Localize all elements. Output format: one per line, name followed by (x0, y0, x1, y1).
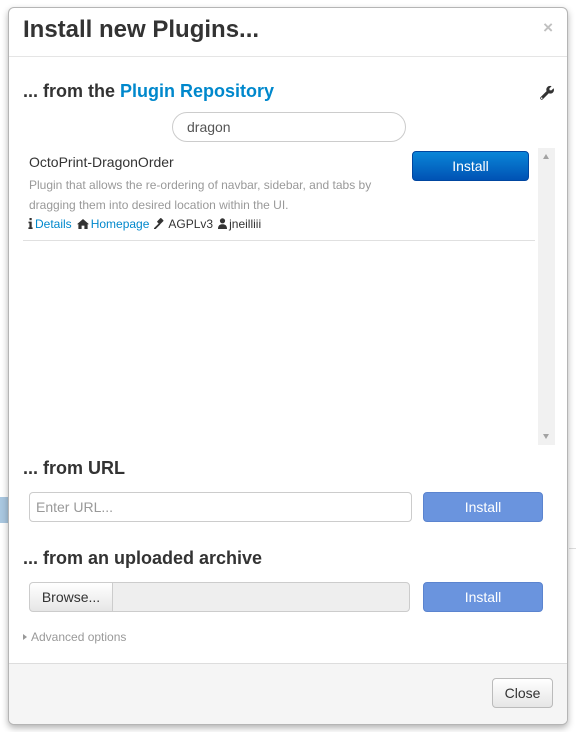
home-icon (76, 219, 89, 229)
scroll-down-arrow-icon[interactable] (543, 434, 549, 439)
from-url-heading: ... from URL (23, 458, 125, 478)
install-plugin-button[interactable]: Install (412, 151, 529, 181)
url-input[interactable] (29, 492, 412, 522)
plugin-meta: Details Homepage AGPLv3 jneilliii (28, 217, 261, 231)
advanced-options-label: Advanced options (31, 630, 127, 644)
repository-heading-prefix: ... from the (23, 81, 121, 101)
plugin-search-input[interactable]: dragon (172, 112, 406, 142)
dialog-header: Install new Plugins... × (9, 8, 567, 57)
dialog-footer: Close (9, 663, 567, 724)
wrench-icon[interactable] (539, 85, 555, 101)
repository-heading: ... from the Plugin Repository (23, 81, 274, 102)
browse-button[interactable]: Browse... (29, 582, 113, 612)
user-icon (218, 218, 228, 229)
install-from-url-button[interactable]: Install (423, 492, 543, 522)
details-link[interactable]: Details (35, 217, 72, 231)
homepage-link[interactable]: Homepage (91, 217, 150, 231)
advanced-options-toggle[interactable]: Advanced options (23, 630, 126, 644)
plugin-license: AGPLv3 (168, 217, 214, 231)
background-page-divider (569, 548, 576, 549)
info-icon (28, 218, 33, 229)
plugin-author: jneilliii (229, 217, 262, 231)
plugin-list-scrollbar[interactable] (538, 148, 555, 445)
dialog-title: Install new Plugins... (23, 16, 260, 43)
install-from-archive-button[interactable]: Install (423, 582, 543, 612)
install-plugins-dialog: Install new Plugins... × ... from the Pl… (8, 7, 568, 725)
from-archive-heading: ... from an uploaded archive (23, 548, 263, 568)
caret-right-icon (23, 634, 27, 640)
scroll-up-arrow-icon[interactable] (543, 154, 549, 159)
archive-file-picker: Browse... (29, 582, 410, 612)
background-page-element (568, 195, 576, 215)
archive-file-field[interactable] (112, 582, 410, 612)
plugin-description: Plugin that allows the re-ordering of na… (29, 178, 372, 212)
plugin-name: OctoPrint-DragonOrder (29, 154, 174, 170)
plugin-repository-link[interactable]: Plugin Repository (120, 81, 274, 101)
close-button[interactable]: Close (492, 678, 553, 708)
gavel-icon (154, 218, 164, 229)
plugin-list: OctoPrint-DragonOrder Plugin that allows… (23, 148, 555, 445)
close-icon[interactable]: × (543, 18, 553, 38)
list-item: OctoPrint-DragonOrder Plugin that allows… (23, 148, 535, 241)
